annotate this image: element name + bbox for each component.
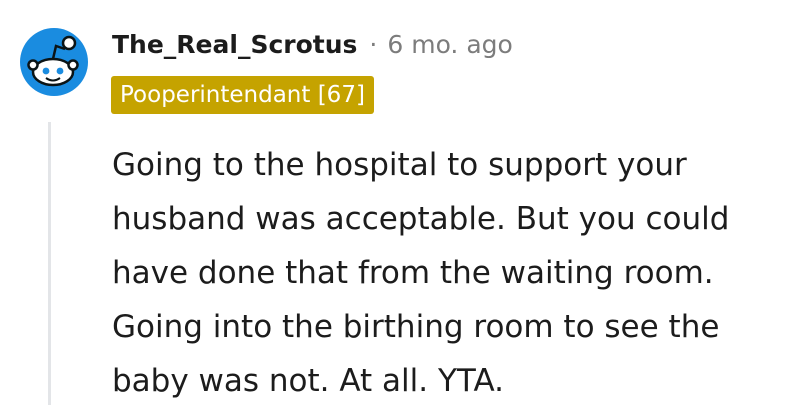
reddit-snoo-icon [20,28,88,96]
comment-body: Going to the hospital to support your hu… [112,147,730,399]
user-flair[interactable]: Pooperintendant [67] [111,76,374,114]
meta-separator: · [369,29,378,59]
comment-author[interactable]: The_Real_Scrotus [112,30,357,59]
thread-collapse-line[interactable] [48,122,51,405]
comment-header: The_Real_Scrotus · 6 mo. ago [112,24,513,64]
user-avatar[interactable] [20,28,88,96]
comment-timestamp[interactable]: 6 mo. ago [387,30,512,59]
